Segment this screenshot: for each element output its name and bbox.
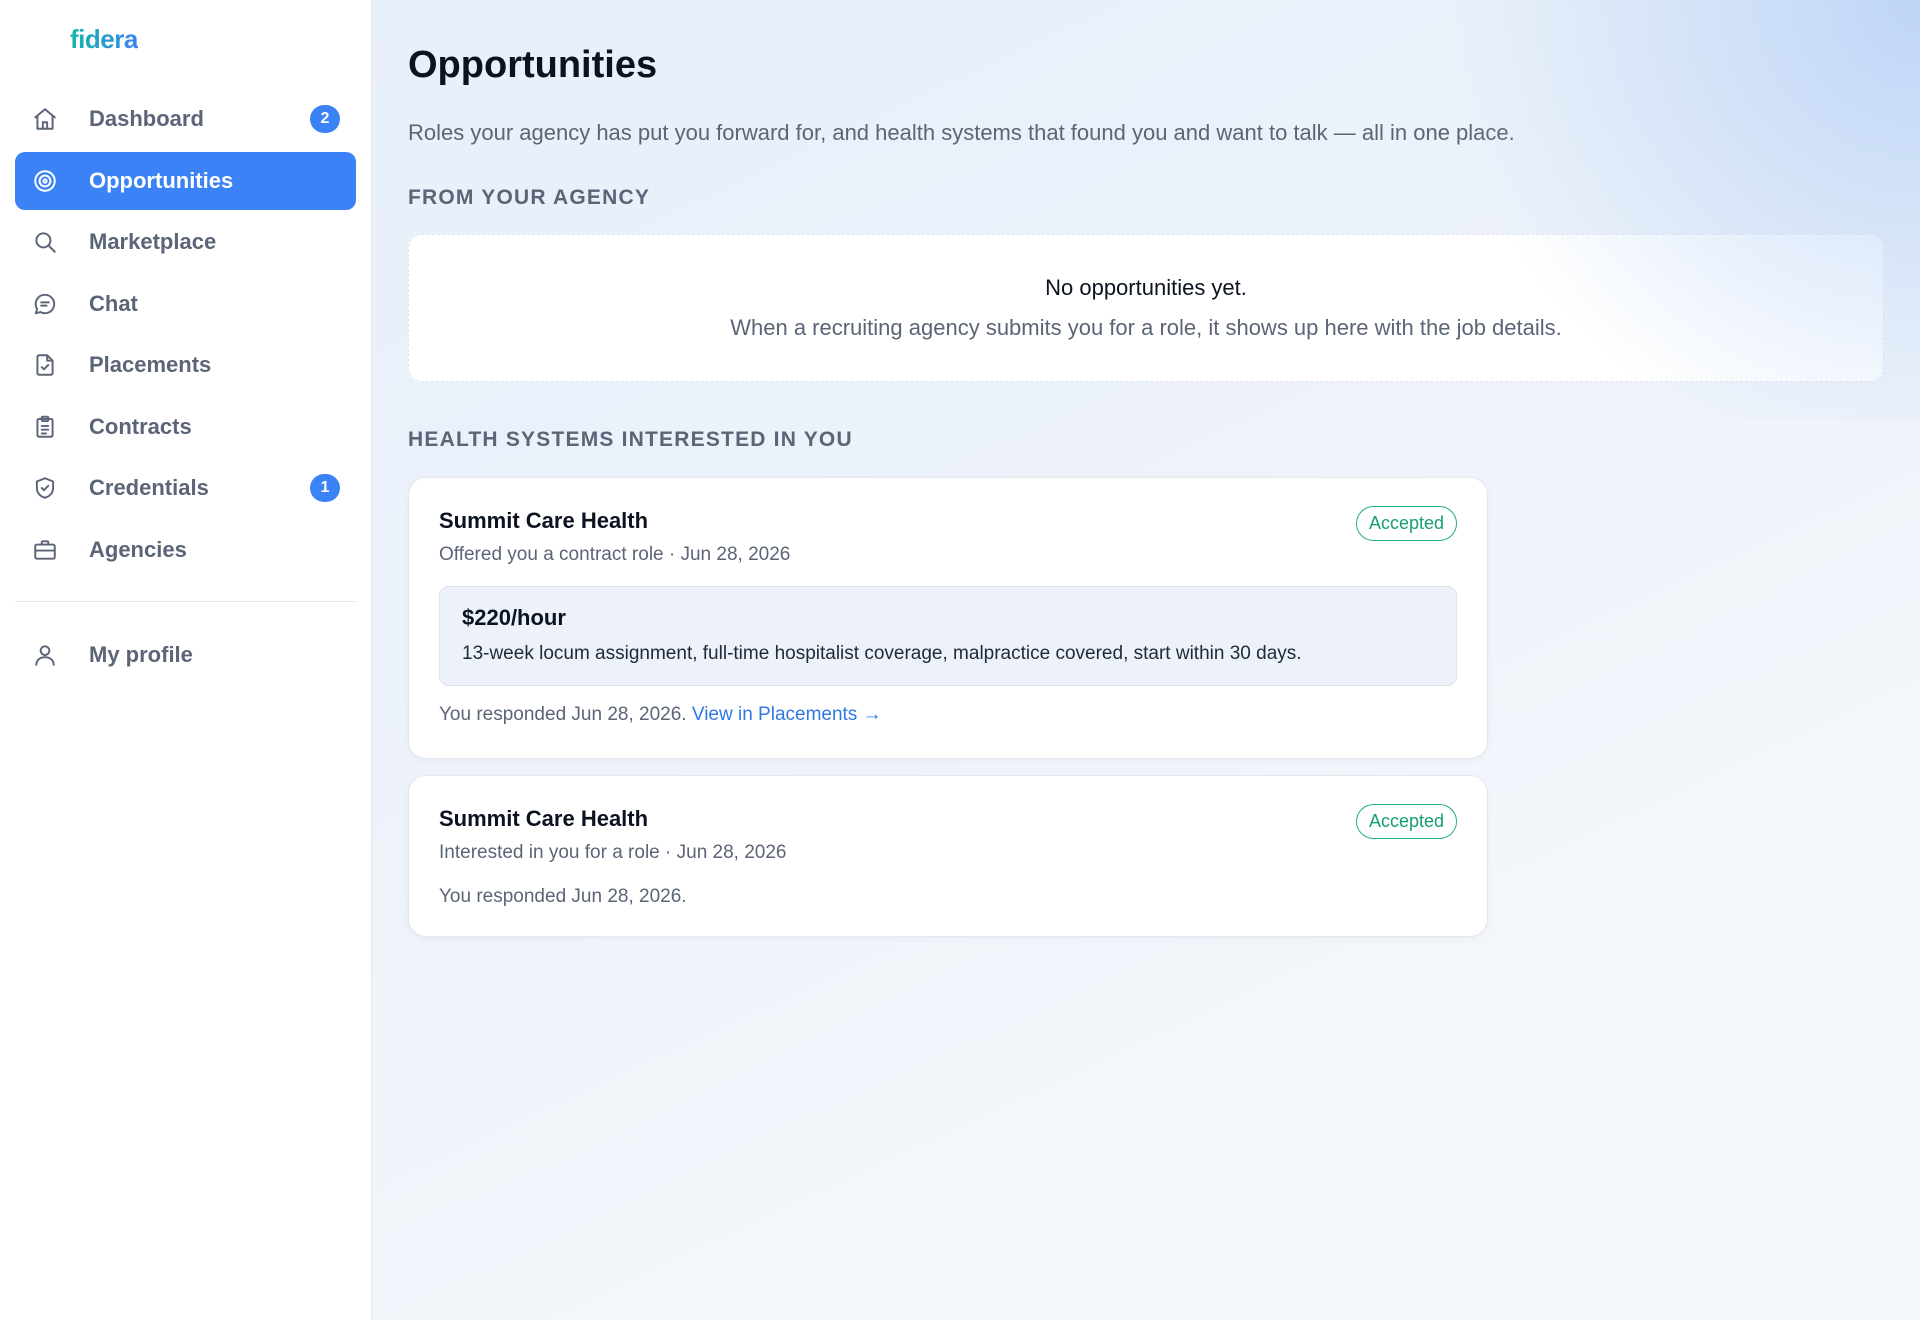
target-icon <box>31 167 59 195</box>
section-heading-agency: From your agency <box>408 186 651 209</box>
sidebar-item-placements[interactable]: Placements <box>15 336 356 394</box>
sidebar-item-agencies[interactable]: Agencies <box>15 521 356 579</box>
opportunity-card: Summit Care Health Offered you a contrac… <box>408 477 1488 759</box>
sidebar-item-label: My profile <box>89 641 193 667</box>
sidebar-item-chat[interactable]: Chat <box>15 275 356 333</box>
offer-description: 13-week locum assignment, full-time hosp… <box>462 643 1302 664</box>
sidebar-item-label: Opportunities <box>89 167 234 193</box>
sidebar-item-label: Chat <box>89 290 138 316</box>
status-badge: Accepted <box>1355 804 1457 839</box>
section-heading-health-systems: Health systems interested in you <box>408 428 853 451</box>
response-text: You responded Jun 28, 2026. <box>439 704 687 725</box>
card-org-name: Summit Care Health <box>439 806 649 831</box>
offer-details: $220/hour 13-week locum assignment, full… <box>439 586 1457 686</box>
response-text: You responded Jun 28, 2026. <box>439 886 687 907</box>
app-root: fidera Dashboard 2 Opportunities Marketp… <box>0 0 1920 1320</box>
logo[interactable]: fidera <box>70 24 138 55</box>
card-footer: You responded Jun 28, 2026. <box>439 886 1457 908</box>
notification-badge: 1 <box>310 474 340 502</box>
sidebar-item-contracts[interactable]: Contracts <box>15 398 356 456</box>
shield-check-icon <box>31 474 59 502</box>
clipboard-icon <box>31 413 59 441</box>
sidebar-item-dashboard[interactable]: Dashboard 2 <box>15 90 356 148</box>
home-icon <box>31 105 59 133</box>
briefcase-icon <box>31 536 59 564</box>
empty-state-text: When a recruiting agency submits you for… <box>730 315 1562 340</box>
document-check-icon <box>31 351 59 379</box>
sidebar-item-label: Dashboard <box>89 106 204 131</box>
search-icon <box>31 228 59 256</box>
sidebar-item-label: Credentials <box>89 475 209 500</box>
user-icon <box>31 641 59 669</box>
main-content: Opportunities Roles your agency has put … <box>372 0 1920 1320</box>
empty-state-title: No opportunities yet. <box>1045 275 1247 300</box>
chat-icon <box>31 290 59 318</box>
sidebar-divider <box>15 600 356 602</box>
sidebar-nav: Dashboard 2 Opportunities Marketplace Ch… <box>15 90 356 687</box>
card-footer: You responded Jun 28, 2026. View in Plac… <box>439 704 1457 726</box>
page-title: Opportunities <box>408 44 658 86</box>
opportunity-card: Summit Care Health Interested in you for… <box>408 775 1488 937</box>
sidebar: fidera Dashboard 2 Opportunities Marketp… <box>0 0 372 1320</box>
sidebar-item-credentials[interactable]: Credentials 1 <box>15 459 356 517</box>
page-subtitle: Roles your agency has put you forward fo… <box>408 120 1515 145</box>
sidebar-item-label: Placements <box>89 352 212 377</box>
card-org-name: Summit Care Health <box>439 508 649 533</box>
sidebar-item-opportunities[interactable]: Opportunities <box>15 151 356 210</box>
sidebar-item-label: Marketplace <box>89 229 217 254</box>
offer-rate: $220/hour <box>462 605 566 630</box>
sidebar-item-my-profile[interactable]: My profile <box>15 626 356 684</box>
sidebar-item-label: Agencies <box>89 536 187 562</box>
card-subtitle: Interested in you for a role · Jun 28, 2… <box>439 842 787 863</box>
sidebar-item-marketplace[interactable]: Marketplace <box>15 213 356 271</box>
agency-empty-state: No opportunities yet. When a recruiting … <box>408 234 1884 382</box>
status-badge: Accepted <box>1355 506 1457 541</box>
card-subtitle: Offered you a contract role · Jun 28, 20… <box>439 544 791 565</box>
view-in-placements-link[interactable]: View in Placements → <box>692 704 882 725</box>
notification-badge: 2 <box>310 105 340 133</box>
sidebar-item-label: Contracts <box>89 413 192 439</box>
